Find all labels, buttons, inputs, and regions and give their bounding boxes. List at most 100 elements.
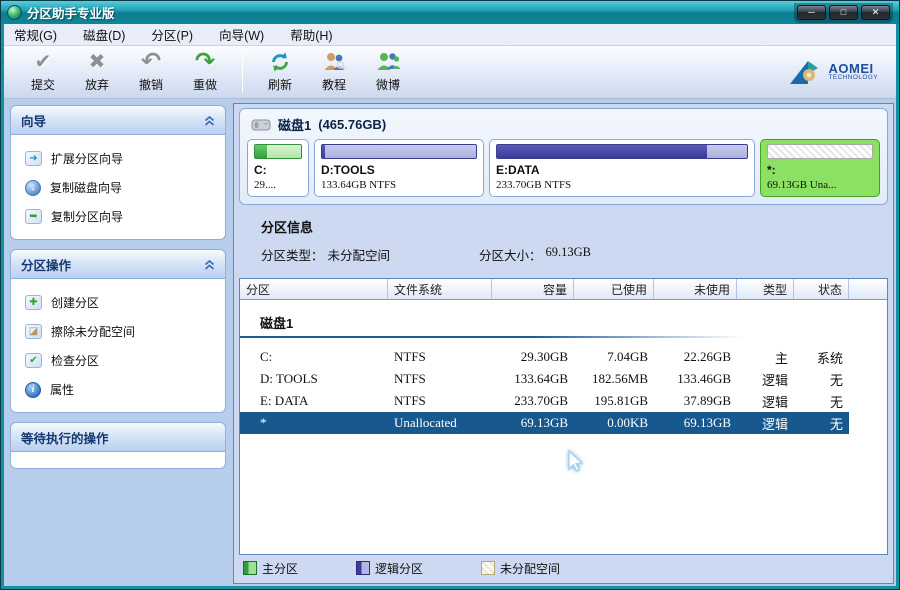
collapse-chevron-icon[interactable] [204, 260, 215, 270]
sidebar-item-copy-partition-wizard[interactable]: ➥ 复制分区向导 [15, 202, 221, 231]
menu-item-disk[interactable]: 磁盘(D) [83, 25, 125, 44]
disk-block-e[interactable]: E:DATA 233.70GB NTFS [489, 139, 755, 197]
disk-size: (465.76GB) [318, 117, 386, 132]
disk-group-underline [240, 336, 771, 338]
disk-group-label: 磁盘1 [240, 313, 887, 332]
window-title: 分区助手专业版 [27, 3, 115, 22]
table-row-c[interactable]: C: NTFS 29.30GB 7.04GB 22.26GB 主 系统 [240, 346, 849, 368]
extend-partition-wizard-icon: ➜ [25, 151, 42, 166]
logical-partition-swatch-icon [356, 561, 370, 575]
partition-size-value: 69.13GB [546, 245, 592, 264]
legend-logical: 逻辑分区 [356, 560, 423, 577]
column-header-type[interactable]: 类型 [737, 279, 794, 299]
maximize-button[interactable]: □ [829, 5, 858, 20]
sidebar-item-wipe-unallocated[interactable]: ◪ 擦除未分配空间 [15, 317, 221, 346]
app-window: 分区助手专业版 ─ □ ✕ 常规(G) 磁盘(D) 分区(P) 向导(W) 帮助… [0, 0, 900, 590]
copy-disk-wizard-icon: ↓ [25, 180, 41, 196]
table-row-d[interactable]: D: TOOLS NTFS 133.64GB 182.56MB 133.46GB… [240, 368, 849, 390]
toolbar: ✔ 提交 ✖ 放弃 ↶ 撤销 ↷ 重做 刷新 [4, 46, 896, 99]
disk-block-d[interactable]: D:TOOLS 133.64GB NTFS [314, 139, 484, 197]
partition-size-label: 分区大小： [479, 245, 542, 264]
usage-bar [321, 144, 477, 159]
disk-block-c[interactable]: C: 29.... [247, 139, 309, 197]
primary-partition-swatch-icon [243, 561, 257, 575]
redo-arrow-icon: ↷ [195, 49, 215, 75]
close-icon: ✕ [872, 8, 880, 17]
refresh-button[interactable]: 刷新 [253, 48, 307, 96]
sidebar-item-copy-disk-wizard[interactable]: ↓ 复制磁盘向导 [15, 173, 221, 202]
section-pending-operations: 等待执行的操作 [10, 422, 226, 469]
column-header-filesystem[interactable]: 文件系统 [388, 279, 492, 299]
partition-table: 分区 文件系统 容量 已使用 未使用 类型 状态 磁盘1 C: NTFS 29.… [239, 278, 888, 555]
usage-bar [496, 144, 748, 159]
partition-type-value: 未分配空间 [328, 245, 391, 264]
brand-subtitle: TECHNOLOGY [828, 75, 878, 82]
disk-name: 磁盘1 [278, 115, 311, 134]
legend: 主分区 逻辑分区 未分配空间 [239, 555, 888, 580]
create-partition-icon: ✚ [25, 295, 42, 310]
redo-button[interactable]: ↷ 重做 [178, 48, 232, 96]
copy-partition-wizard-icon: ➥ [25, 209, 42, 224]
app-icon [7, 5, 22, 20]
aomei-logo-icon [787, 59, 823, 86]
table-row-unallocated[interactable]: * Unallocated 69.13GB 0.00KB 69.13GB 逻辑 … [240, 412, 849, 434]
partition-info: 分区信息 分区类型： 未分配空间 分区大小： 69.13GB [239, 205, 888, 278]
menu-item-wizard[interactable]: 向导(W) [219, 25, 264, 44]
column-header-free[interactable]: 未使用 [654, 279, 737, 299]
undo-button[interactable]: ↶ 撤销 [124, 48, 178, 96]
wipe-unallocated-icon: ◪ [25, 324, 42, 339]
brand-name: AOMEI [828, 62, 878, 76]
title-bar: 分区助手专业版 ─ □ ✕ [1, 1, 899, 24]
column-header-partition[interactable]: 分区 [240, 279, 388, 299]
section-partition-operations: 分区操作 ✚ 创建分区 ◪ 擦除未分配空间 ✔ [10, 249, 226, 413]
check-partition-icon: ✔ [25, 353, 42, 368]
sidebar-item-extend-partition-wizard[interactable]: ➜ 扩展分区向导 [15, 144, 221, 173]
section-pending-operations-header[interactable]: 等待执行的操作 [10, 422, 226, 452]
column-header-status[interactable]: 状态 [794, 279, 849, 299]
column-header-capacity[interactable]: 容量 [492, 279, 574, 299]
collapse-chevron-icon[interactable] [204, 116, 215, 126]
menu-bar: 常规(G) 磁盘(D) 分区(P) 向导(W) 帮助(H) [4, 24, 896, 46]
section-partition-operations-header[interactable]: 分区操作 [10, 249, 226, 279]
disk-block-unallocated[interactable]: *: 69.13GB Una... [760, 139, 880, 197]
table-header: 分区 文件系统 容量 已使用 未使用 类型 状态 [240, 279, 887, 300]
tutorial-people-icon [322, 49, 346, 75]
commit-check-icon: ✔ [35, 49, 52, 75]
disk-panel: 磁盘1 (465.76GB) C: 29.... D:TOOLS 133.64G… [239, 108, 888, 205]
properties-info-icon: i [25, 382, 41, 398]
legend-unallocated: 未分配空间 [481, 560, 560, 577]
close-button[interactable]: ✕ [861, 5, 890, 20]
discard-x-icon: ✖ [89, 49, 106, 75]
sidebar-item-create-partition[interactable]: ✚ 创建分区 [15, 288, 221, 317]
partition-info-title: 分区信息 [261, 217, 866, 236]
usage-bar [767, 144, 873, 159]
maximize-icon: □ [841, 8, 846, 17]
usage-bar [254, 144, 302, 159]
sidebar-item-properties[interactable]: i 属性 [15, 375, 221, 404]
table-row-e[interactable]: E: DATA NTFS 233.70GB 195.81GB 37.89GB 逻… [240, 390, 849, 412]
legend-primary: 主分区 [243, 560, 298, 577]
sidebar-item-check-partition[interactable]: ✔ 检查分区 [15, 346, 221, 375]
menu-item-general[interactable]: 常规(G) [14, 25, 57, 44]
content-area: 向导 ➜ 扩展分区向导 ↓ 复制磁盘向导 ➥ [4, 99, 896, 586]
sidebar: 向导 ➜ 扩展分区向导 ↓ 复制磁盘向导 ➥ [8, 103, 230, 584]
weibo-people-icon [376, 49, 400, 75]
toolbar-separator [242, 51, 243, 93]
minimize-button[interactable]: ─ [797, 5, 826, 20]
minimize-icon: ─ [808, 8, 814, 17]
commit-button[interactable]: ✔ 提交 [16, 48, 70, 96]
weibo-button[interactable]: 微博 [361, 48, 415, 96]
menu-item-help[interactable]: 帮助(H) [290, 25, 332, 44]
refresh-icon [269, 49, 291, 75]
unallocated-swatch-icon [481, 561, 495, 575]
menu-item-partition[interactable]: 分区(P) [151, 25, 193, 44]
disk-icon [251, 118, 271, 132]
pending-operations-list [10, 452, 226, 469]
section-wizards: 向导 ➜ 扩展分区向导 ↓ 复制磁盘向导 ➥ [10, 105, 226, 240]
discard-button[interactable]: ✖ 放弃 [70, 48, 124, 96]
aomei-brand: AOMEI TECHNOLOGY [787, 59, 884, 86]
column-header-used[interactable]: 已使用 [574, 279, 654, 299]
window-controls: ─ □ ✕ [794, 3, 893, 23]
tutorial-button[interactable]: 教程 [307, 48, 361, 96]
section-wizards-header[interactable]: 向导 [10, 105, 226, 135]
